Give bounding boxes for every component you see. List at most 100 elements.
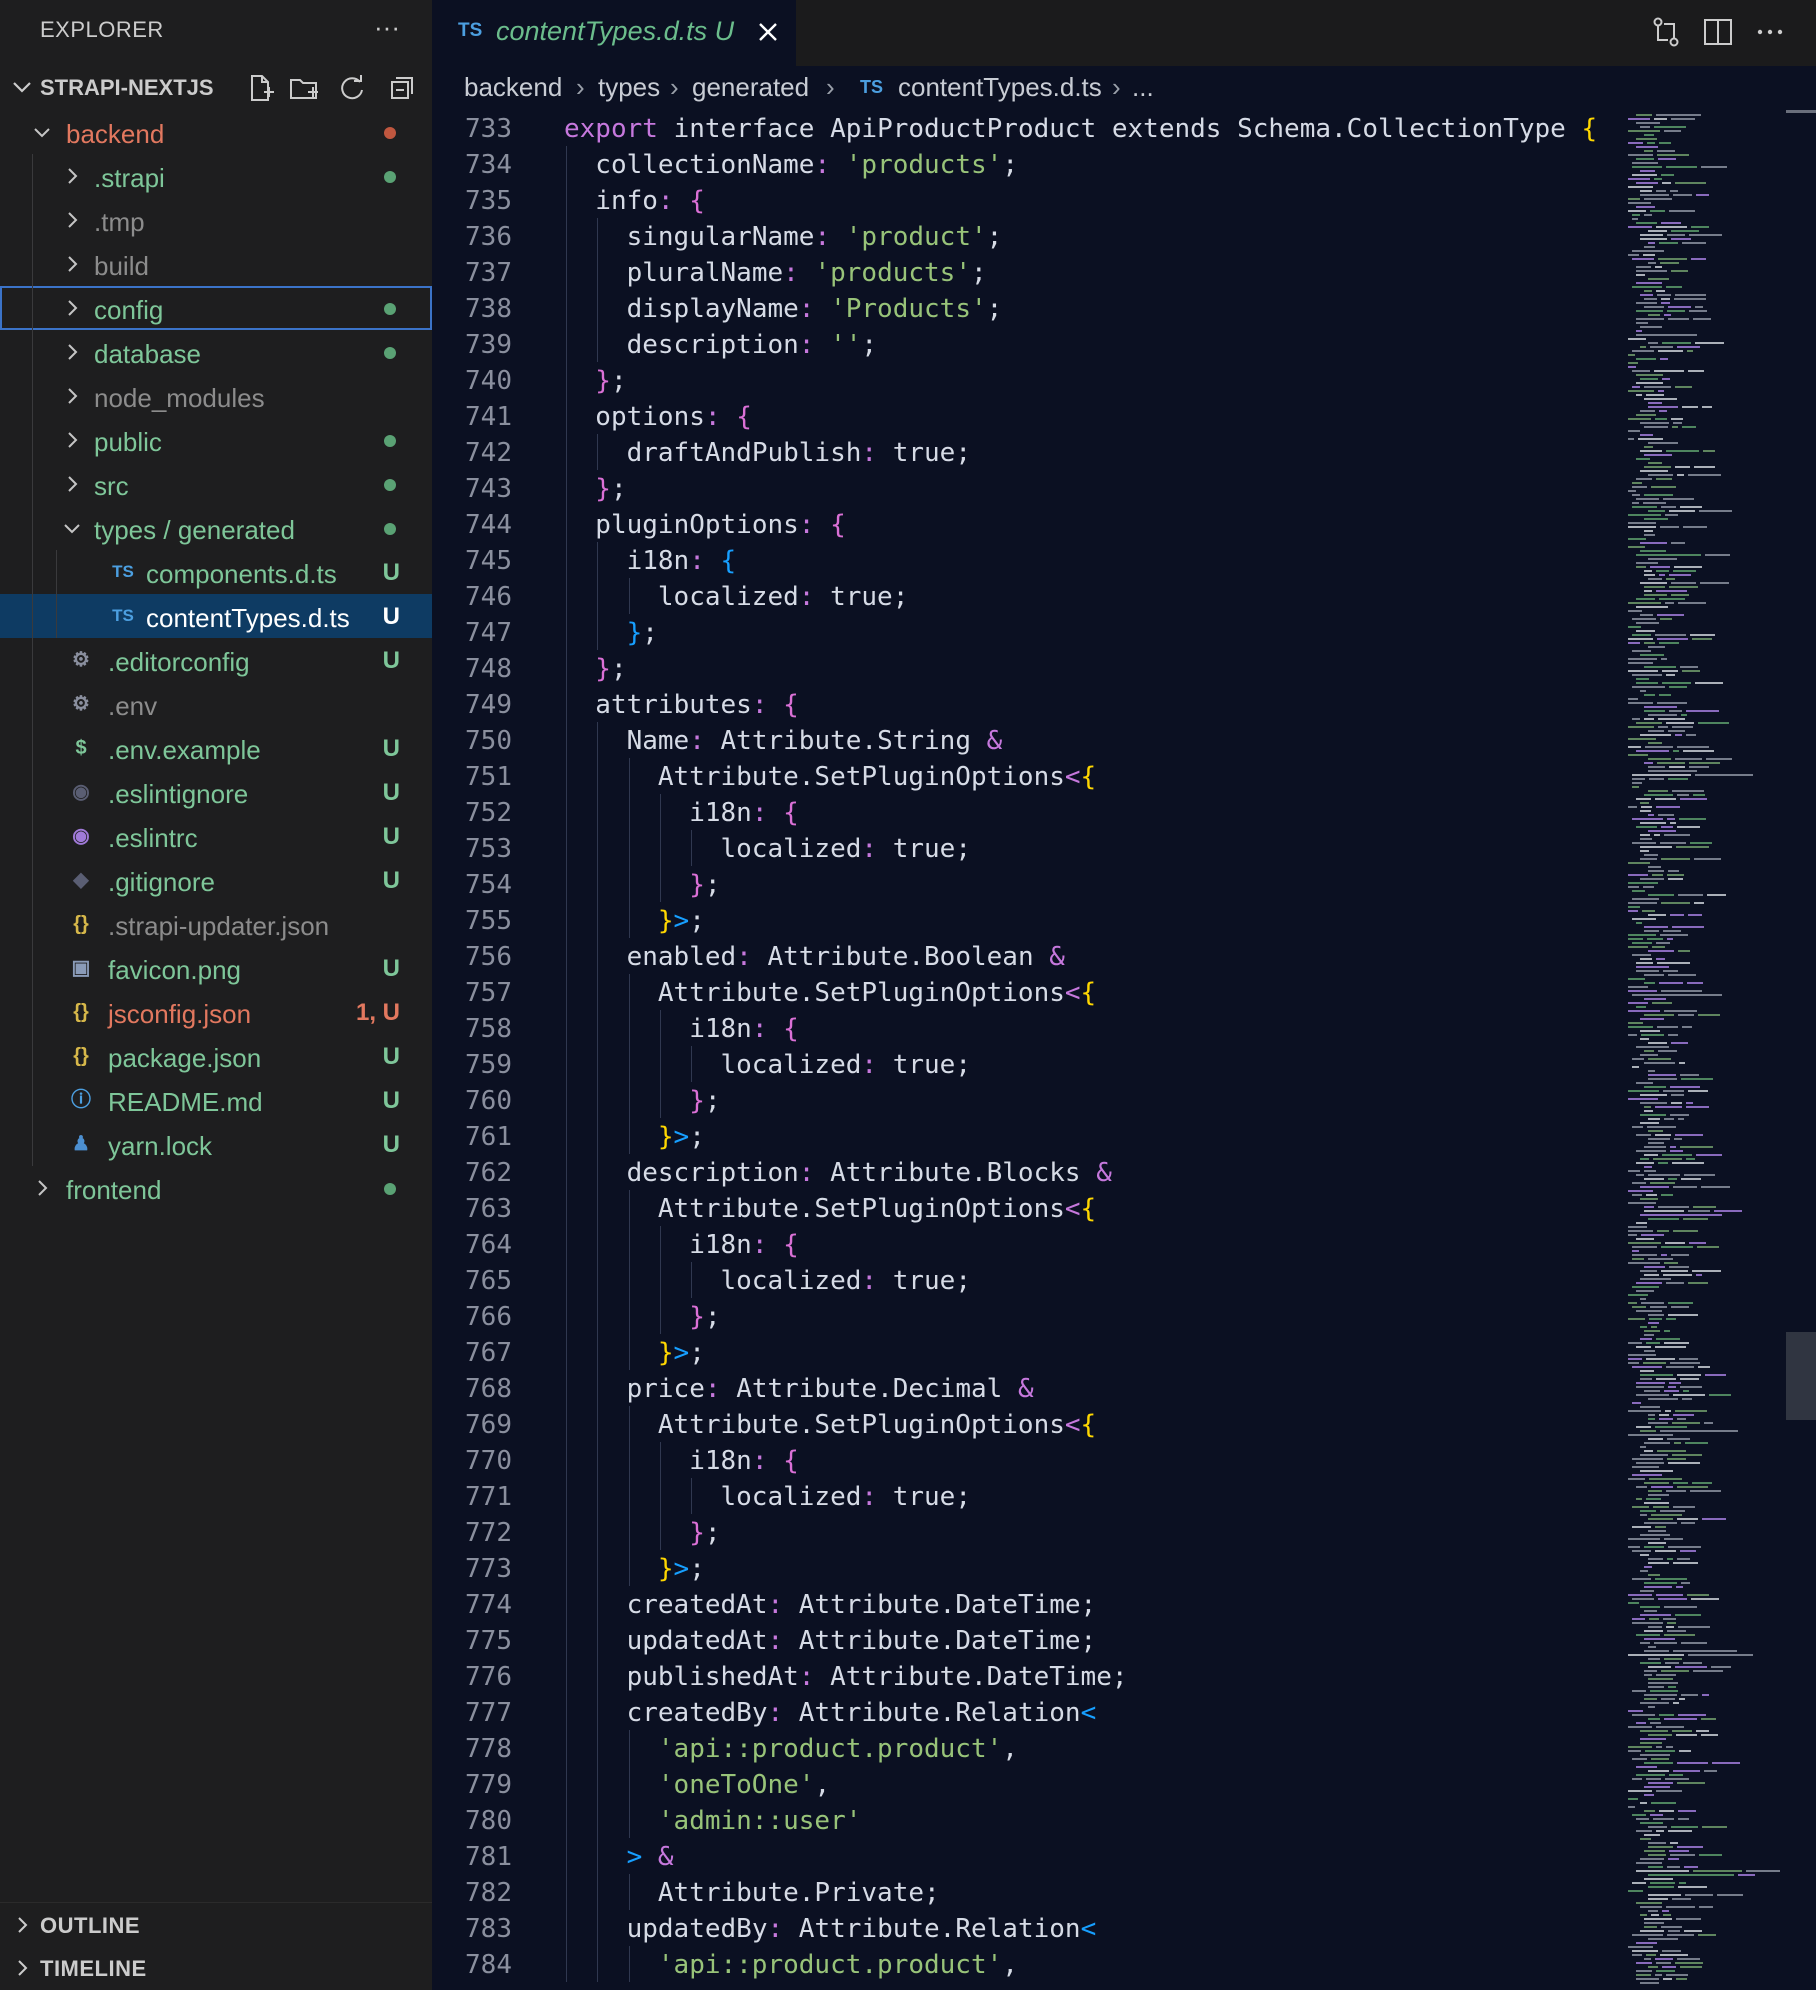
minimap-line	[1696, 194, 1709, 196]
code-token: :	[689, 726, 721, 756]
folder-item-tmp[interactable]: .tmp	[0, 198, 432, 242]
file-item-env[interactable]: ⚙ .env	[0, 682, 432, 726]
minimap-line	[1644, 518, 1668, 520]
folder-item-node-modules[interactable]: node_modules	[0, 374, 432, 418]
git-status-badge: U	[382, 559, 400, 586]
minimap-line	[1671, 594, 1689, 596]
minimap-line	[1628, 1170, 1640, 1172]
collapse-all-icon[interactable]	[386, 72, 418, 104]
file-item-yarn-lock[interactable]: ♟ yarn.lock U	[0, 1122, 432, 1166]
minimap-line	[1636, 1722, 1646, 1724]
folder-item-types-generated[interactable]: types / generated	[0, 506, 432, 550]
folder-item-backend[interactable]: backend	[0, 110, 432, 154]
file-item-editorconfig[interactable]: ⚙ .editorconfig U	[0, 638, 432, 682]
minimap-line	[1667, 874, 1684, 876]
file-item-package-json[interactable]: {} package.json U	[0, 1034, 432, 1078]
chevron-right-icon	[18, 1917, 28, 1933]
new-file-icon[interactable]	[244, 72, 276, 104]
explorer-more-button[interactable]: ···	[374, 12, 400, 43]
indent-guide	[566, 758, 567, 794]
minimap-line	[1644, 466, 1671, 468]
minimap-line	[1648, 830, 1676, 832]
minimap-line	[1677, 1374, 1701, 1376]
breadcrumb-file[interactable]: contentTypes.d.ts	[898, 72, 1102, 103]
minimap-line	[1640, 1514, 1647, 1516]
breadcrumb-symbol[interactable]: ...	[1132, 72, 1154, 103]
code-token: {	[1080, 1194, 1097, 1224]
minimap-line	[1677, 1418, 1686, 1420]
minimap-line	[1662, 1910, 1669, 1912]
folder-item-frontend[interactable]: frontend	[0, 1166, 432, 1210]
minimap-line	[1664, 834, 1690, 836]
minimap-line	[1648, 730, 1664, 732]
minimap-line	[1678, 602, 1706, 604]
timeline-section[interactable]: TIMELINE	[0, 1946, 432, 1990]
folder-item-config[interactable]: config	[0, 286, 432, 330]
code-line: 763 Attribute.SetPluginOptions<{	[432, 1190, 1622, 1226]
editor-scrollbar[interactable]	[1786, 110, 1816, 1990]
folder-item-build[interactable]: build	[0, 242, 432, 286]
minimap-line	[1646, 1194, 1657, 1196]
minimap-line	[1628, 874, 1648, 876]
indent-guide	[597, 542, 599, 578]
folder-item-strapi[interactable]: .strapi	[0, 154, 432, 198]
minimap-line	[1628, 1294, 1648, 1296]
indent-guide	[597, 1910, 599, 1946]
project-header[interactable]: STRAPI-NEXTJS	[0, 66, 432, 110]
file-item-readme-md[interactable]: ⓘ README.md U	[0, 1078, 432, 1122]
code-token: price	[626, 1374, 705, 1404]
breadcrumb-types[interactable]: types	[598, 72, 660, 103]
file-item-components-d-ts[interactable]: TS components.d.ts U	[0, 550, 432, 594]
tree-item-label: database	[94, 339, 201, 369]
code-text: };	[689, 1302, 720, 1332]
minimap[interactable]	[1622, 110, 1786, 1990]
code-editor[interactable]: 733 export interface ApiProductProduct ex…	[432, 110, 1622, 1990]
outline-label: OUTLINE	[40, 1913, 141, 1938]
minimap-line	[1632, 1526, 1651, 1528]
close-icon[interactable]	[754, 18, 782, 46]
folder-item-src[interactable]: src	[0, 462, 432, 506]
code-token: :	[767, 1914, 799, 1944]
file-item-contenttypes-d-ts[interactable]: TS contentTypes.d.ts U	[0, 594, 432, 638]
indent-guide	[566, 1622, 567, 1658]
file-item-favicon-png[interactable]: ▣ favicon.png U	[0, 946, 432, 990]
minimap-line	[1648, 510, 1665, 512]
minimap-line	[1650, 1690, 1678, 1692]
file-item-eslintrc[interactable]: ◉ .eslintrc U	[0, 814, 432, 858]
minimap-line	[1661, 658, 1667, 660]
folder-item-database[interactable]: database	[0, 330, 432, 374]
file-item-gitignore[interactable]: ◆ .gitignore U	[0, 858, 432, 902]
breadcrumb-generated[interactable]: generated	[692, 72, 809, 103]
scrollbar-thumb[interactable]	[1786, 1332, 1816, 1421]
tab-content-types[interactable]: TS contentTypes.d.ts U	[432, 0, 796, 66]
minimap-line	[1632, 1250, 1639, 1252]
new-folder-icon[interactable]	[288, 72, 320, 104]
compare-changes-icon[interactable]	[1648, 14, 1684, 50]
file-item-strapi-updater-json[interactable]: {} .strapi-updater.json	[0, 902, 432, 946]
folder-item-public[interactable]: public	[0, 418, 432, 462]
more-actions-icon[interactable]	[1752, 14, 1788, 50]
file-item-eslintignore[interactable]: ◉ .eslintignore U	[0, 770, 432, 814]
file-item-jsconfig-json[interactable]: {} jsconfig.json 1, U	[0, 990, 432, 1034]
minimap-line	[1681, 714, 1687, 716]
code-token: Attribute.String	[720, 726, 987, 756]
breadcrumb-backend[interactable]: backend	[464, 72, 562, 103]
minimap-line	[1648, 1686, 1664, 1688]
code-token: singularName	[626, 222, 815, 252]
minimap-line	[1640, 1642, 1650, 1644]
minimap-line	[1693, 1870, 1742, 1872]
minimap-line	[1640, 802, 1649, 804]
minimap-line	[1632, 1058, 1644, 1060]
code-text: localized: true;	[658, 582, 908, 612]
minimap-line	[1673, 1650, 1737, 1652]
minimap-line	[1707, 894, 1726, 896]
minimap-line	[1632, 286, 1662, 288]
code-text: }>;	[658, 1554, 705, 1584]
refresh-icon[interactable]	[336, 72, 368, 104]
split-editor-icon[interactable]	[1700, 14, 1736, 50]
file-item-env-example[interactable]: $ .env.example U	[0, 726, 432, 770]
minimap-line	[1670, 1146, 1676, 1148]
outline-section[interactable]: OUTLINE	[0, 1902, 432, 1947]
code-token: 'products'	[814, 258, 971, 288]
minimap-line	[1651, 1758, 1669, 1760]
